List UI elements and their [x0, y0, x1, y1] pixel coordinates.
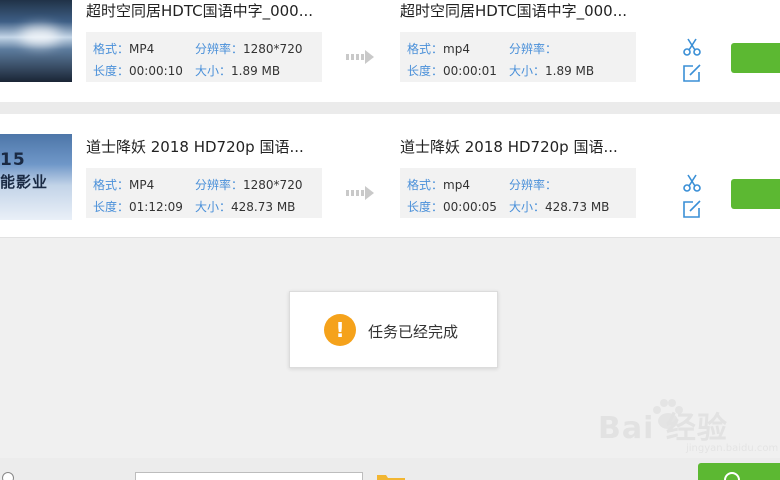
- resolution-label: 分辨率：: [195, 178, 244, 192]
- format-value: mp4: [443, 42, 470, 56]
- start-button[interactable]: [698, 463, 780, 480]
- task-row: 15 能影业 道士降妖 2018 HD720p 国语... 格式：MP4 分辨率…: [0, 114, 780, 238]
- duration-value: 00:00:01: [443, 64, 497, 78]
- output-title: 超时空同居HDTC国语中字_000...: [400, 2, 628, 20]
- scissors-icon[interactable]: [682, 173, 702, 193]
- resolution-label: 分辨率：: [509, 178, 558, 192]
- task-row: 超时空同居HDTC国语中字_000... 格式：MP4 分辨率：1280*720…: [0, 0, 780, 102]
- thumbnail-text: 15: [0, 150, 26, 170]
- duration-value: 01:12:09: [129, 200, 183, 214]
- watermark: Bai 经验 jingyan.baidu.com: [598, 395, 778, 455]
- duration-label: 长度：: [93, 200, 130, 214]
- format-label: 格式：: [407, 42, 444, 56]
- size-label: 大小：: [195, 64, 232, 78]
- convert-button[interactable]: [731, 43, 780, 73]
- duration-label: 长度：: [93, 64, 130, 78]
- row-separator: [0, 102, 780, 114]
- start-icon: [724, 472, 740, 480]
- source-title: 道士降妖 2018 HD720p 国语...: [86, 138, 304, 156]
- duration-label: 长度：: [407, 64, 444, 78]
- size-label: 大小：: [195, 200, 232, 214]
- size-value: 1.89 MB: [545, 64, 595, 78]
- convert-arrow-icon: [346, 186, 374, 200]
- bottom-bar: [0, 458, 780, 480]
- output-option-radio[interactable]: [2, 472, 14, 480]
- resolution-value: 1280*720: [243, 178, 303, 192]
- watermark-text: Bai 经验: [598, 411, 728, 446]
- edit-icon[interactable]: [682, 63, 702, 83]
- convert-button[interactable]: [731, 179, 780, 209]
- resolution-value: 1280*720: [243, 42, 303, 56]
- source-title: 超时空同居HDTC国语中字_000...: [86, 2, 314, 20]
- format-label: 格式：: [93, 178, 130, 192]
- toast-message: 任务已经完成: [368, 323, 459, 341]
- format-label: 格式：: [407, 178, 444, 192]
- folder-icon[interactable]: [376, 472, 406, 480]
- task-complete-toast: ! 任务已经完成: [289, 291, 498, 368]
- size-value: 428.73 MB: [545, 200, 610, 214]
- resolution-label: 分辨率：: [509, 42, 558, 56]
- duration-value: 00:00:05: [443, 200, 497, 214]
- size-value: 1.89 MB: [231, 64, 281, 78]
- format-label: 格式：: [93, 42, 130, 56]
- format-value: MP4: [129, 178, 155, 192]
- size-value: 428.73 MB: [231, 200, 296, 214]
- resolution-label: 分辨率：: [195, 42, 244, 56]
- video-thumbnail: 15 能影业: [0, 134, 72, 220]
- output-info-panel: 格式：mp4 分辨率： 长度：00:00:01 大小：1.89 MB: [400, 32, 636, 82]
- warning-icon: !: [324, 314, 356, 346]
- watermark-url: jingyan.baidu.com: [686, 443, 779, 454]
- duration-label: 长度：: [407, 200, 444, 214]
- format-value: MP4: [129, 42, 155, 56]
- scissors-icon[interactable]: [682, 37, 702, 57]
- output-path-input[interactable]: [135, 472, 363, 480]
- duration-value: 00:00:10: [129, 64, 183, 78]
- video-thumbnail: [0, 0, 72, 82]
- source-info-panel: 格式：MP4 分辨率：1280*720 长度：00:00:10 大小：1.89 …: [86, 32, 322, 82]
- format-value: mp4: [443, 178, 470, 192]
- size-label: 大小：: [509, 200, 546, 214]
- output-title: 道士降妖 2018 HD720p 国语...: [400, 138, 618, 156]
- source-info-panel: 格式：MP4 分辨率：1280*720 长度：01:12:09 大小：428.7…: [86, 168, 322, 218]
- thumbnail-text: 能影业: [0, 173, 49, 191]
- output-info-panel: 格式：mp4 分辨率： 长度：00:00:05 大小：428.73 MB: [400, 168, 636, 218]
- edit-icon[interactable]: [682, 199, 702, 219]
- size-label: 大小：: [509, 64, 546, 78]
- convert-arrow-icon: [346, 50, 374, 64]
